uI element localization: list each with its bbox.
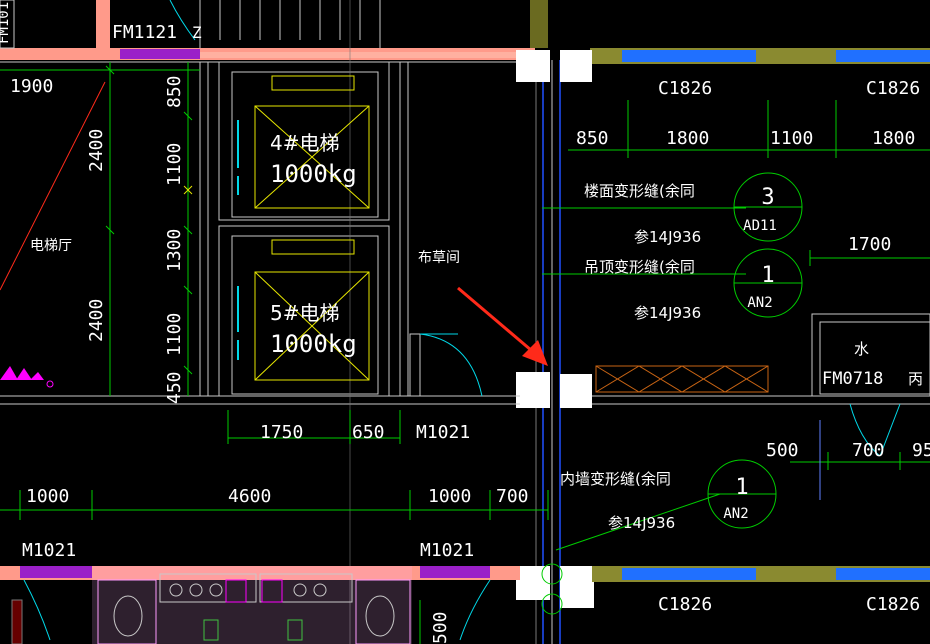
note-ceiling-joint: 吊顶变形缝(余同 (584, 258, 695, 276)
dim-1750: 1750 (260, 422, 303, 443)
room-label-linen-room: 布草间 (418, 250, 460, 266)
dim-450: 450 (164, 371, 185, 404)
note-ref-1: 参14J936 (634, 228, 701, 246)
dim-1900: 1900 (10, 76, 53, 97)
dim-1000-right: 1000 (428, 486, 471, 507)
door-label-fm0718: FM0718 (822, 369, 883, 389)
door-label-fm-top: FM101 (0, 2, 12, 44)
dim-850: 850 (576, 128, 609, 149)
dim-700: 700 (496, 486, 529, 507)
bubble-code: AN2 (723, 506, 748, 522)
bubble-code: AN2 (747, 295, 772, 311)
dim-1100-lower: 1100 (164, 313, 185, 356)
door-label-z: Z (192, 23, 202, 42)
dim-1100: 1100 (770, 128, 813, 149)
note-wall-joint: 内墙变形缝(余同 (560, 470, 671, 488)
bubble-number: 1 (735, 475, 748, 500)
elevator-4-name: 4#电梯 (270, 131, 339, 155)
door-label-m1021-mid: M1021 (416, 422, 470, 443)
dim-95: 95 (912, 440, 930, 461)
bubble-code: AD11 (743, 218, 777, 234)
dim-1800-left: 1800 (666, 128, 709, 149)
note-ref-3: 参14J936 (608, 514, 675, 532)
dim-2400-upper: 2400 (86, 129, 107, 172)
room-label-c: 丙 (908, 370, 923, 388)
elevator-4-capacity: 1000kg (270, 160, 357, 188)
dim-1100-upper: 1100 (164, 143, 185, 186)
dim-1700: 1700 (848, 234, 891, 255)
bubble-number: 3 (761, 185, 774, 210)
note-floor-joint: 楼面变形缝(余同 (584, 182, 695, 200)
top-wall (0, 48, 930, 64)
dim-850-vertical: 850 (164, 75, 185, 108)
dim-700-right: 700 (852, 440, 885, 461)
dim-2400-lower: 2400 (86, 299, 107, 342)
dim-650: 650 (352, 422, 385, 443)
elevator-5-name: 5#电梯 (270, 301, 339, 325)
window-label-c1826-4: C1826 (866, 594, 920, 615)
door-label-m1021-left: M1021 (22, 540, 76, 561)
room-label-water: 水 (854, 340, 869, 358)
door-label-m1021-right: M1021 (420, 540, 474, 561)
dim-500: 500 (766, 440, 799, 461)
dim-1800-right: 1800 (872, 128, 915, 149)
window-label-c1826-2: C1826 (866, 78, 920, 99)
window-label-c1826-1: C1826 (658, 78, 712, 99)
room-label-elevator-hall: 电梯厅 (30, 238, 72, 254)
dim-1300: 1300 (164, 229, 185, 272)
dim-4600: 4600 (228, 486, 271, 507)
bubble-number: 1 (761, 263, 774, 288)
dim-1000-left: 1000 (26, 486, 69, 507)
note-ref-2: 参14J936 (634, 304, 701, 322)
cad-drawing-canvas[interactable]: 3 AD11 1 AN2 1 AN2 FM1121 Z FM101 电梯厅 布草… (0, 0, 930, 644)
dim-500-vertical: 500 (430, 611, 451, 644)
door-label-fm1121: FM1121 (112, 22, 177, 43)
elevator-5-capacity: 1000kg (270, 330, 357, 358)
window-label-c1826-3: C1826 (658, 594, 712, 615)
